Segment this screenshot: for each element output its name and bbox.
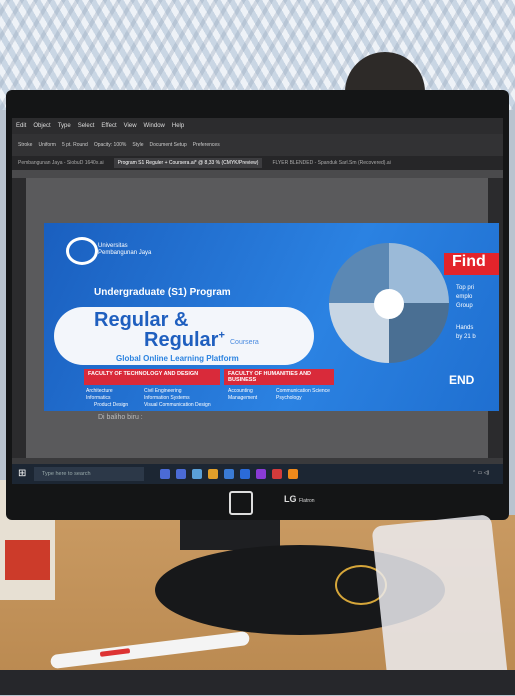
global-platform-text: Global Online Learning Platform	[116, 354, 239, 363]
end-label: END	[449, 373, 475, 387]
brand-model: Flatron	[299, 498, 315, 504]
menu-item[interactable]: Select	[78, 123, 95, 129]
system-tray-icon[interactable]: ⌃ ▭ ◁)	[472, 470, 489, 476]
faculty-technology-label: FACULTY OF TECHNOLOGY AND DESIGN	[84, 369, 220, 385]
taskbar-app-icon[interactable]	[288, 469, 298, 479]
program-item: Accounting	[228, 388, 253, 394]
taskbar-app-icon[interactable]	[208, 469, 218, 479]
toolbar-item[interactable]: Style	[132, 142, 143, 148]
toolbar-item[interactable]: Stroke	[18, 142, 32, 148]
monitor-brand: LG Flatron	[284, 494, 315, 504]
right-line: Group	[456, 303, 473, 309]
faculty-humanities-label: FACULTY OF HUMANITIES AND BUSINESS	[224, 369, 334, 385]
taskbar-app-icon[interactable]	[160, 469, 170, 479]
plus-sign: +	[218, 329, 225, 342]
plastic-bag	[371, 514, 509, 696]
document-tabs: Pembangunan Jaya - SiobuD 1640x.ai Progr…	[12, 156, 503, 170]
tab[interactable]: Pembangunan Jaya - SiobuD 1640x.ai	[18, 160, 104, 166]
tab[interactable]: FLYER BLENDED - Spanduk Sarl.Sm (Recover…	[272, 160, 390, 166]
program-item: Information Systems	[144, 395, 190, 401]
right-line: by 21 b	[456, 334, 476, 340]
taskbar-app-icon[interactable]	[224, 469, 234, 479]
brand-name: LG	[284, 494, 297, 504]
right-line: Top pri	[456, 285, 475, 291]
menu-item[interactable]: Help	[172, 123, 184, 129]
toolbar-item[interactable]: Uniform	[38, 142, 56, 148]
snack-box-label	[5, 540, 50, 580]
toolbar-item[interactable]: Opacity: 100%	[94, 142, 127, 148]
university-name: Universitas Pembangunan Jaya	[98, 243, 152, 256]
taskbar-search-input[interactable]: Type here to search	[34, 467, 144, 481]
regular-plus-heading: Regular+	[144, 329, 225, 352]
toolbar-item[interactable]: 5 pt. Round	[62, 142, 88, 148]
toolbar-item[interactable]: Document Setup	[149, 142, 186, 148]
windows-start-icon[interactable]: ⊞	[18, 468, 26, 479]
find-banner: Find	[444, 253, 499, 275]
monitor-screen: Edit Object Type Select Effect View Wind…	[12, 118, 503, 484]
program-item: Informatics	[86, 395, 111, 401]
ruler	[12, 170, 503, 178]
taskbar-app-icon[interactable]	[192, 469, 202, 479]
banner-artwork: Universitas Pembangunan Jaya Undergradua…	[44, 223, 499, 411]
program-item: Psychology	[276, 395, 302, 401]
toolbar-item[interactable]: Preferences	[193, 142, 220, 148]
program-item: Civil Engineering	[144, 388, 182, 394]
program-item: Communication Science	[276, 388, 330, 394]
program-item: Management	[228, 395, 258, 401]
taskbar-app-icon[interactable]	[272, 469, 282, 479]
taskbar-app-icon[interactable]	[240, 469, 250, 479]
menu-item[interactable]: Type	[58, 123, 71, 129]
menu-item[interactable]: Edit	[16, 123, 26, 129]
menu-item[interactable]: Effect	[101, 123, 116, 129]
program-item: Product Design	[94, 402, 129, 408]
tools-panel[interactable]	[12, 178, 26, 458]
control-toolbar: Stroke Uniform 5 pt. Round Opacity: 100%…	[12, 134, 503, 156]
university-logo-icon	[66, 237, 98, 265]
circle-logo-icon	[374, 289, 404, 319]
program-title: Undergraduate (S1) Program	[94, 287, 231, 298]
menu-item[interactable]: View	[124, 123, 137, 129]
taskbar-app-icon[interactable]	[176, 469, 186, 479]
program-item: Architecture	[86, 388, 113, 394]
menu-item[interactable]: Window	[144, 123, 165, 129]
menu-item[interactable]: Object	[33, 123, 50, 129]
coursera-label: Coursera	[230, 339, 259, 346]
monitor-chin-logo-icon	[229, 491, 253, 515]
menu-bar: Edit Object Type Select Effect View Wind…	[12, 118, 503, 134]
right-line: emplo	[456, 294, 473, 300]
tab-active[interactable]: Program S1 Reguler + Coursera.ai* @ 8,33…	[113, 158, 263, 168]
right-line: Hands	[456, 325, 474, 331]
artboard-caption: Di baliho biru :	[98, 414, 143, 421]
regular-text: Regular	[144, 329, 219, 351]
keyboard	[0, 670, 515, 695]
program-item: Visual Communication Design	[144, 402, 211, 408]
taskbar-app-icon[interactable]	[256, 469, 266, 479]
